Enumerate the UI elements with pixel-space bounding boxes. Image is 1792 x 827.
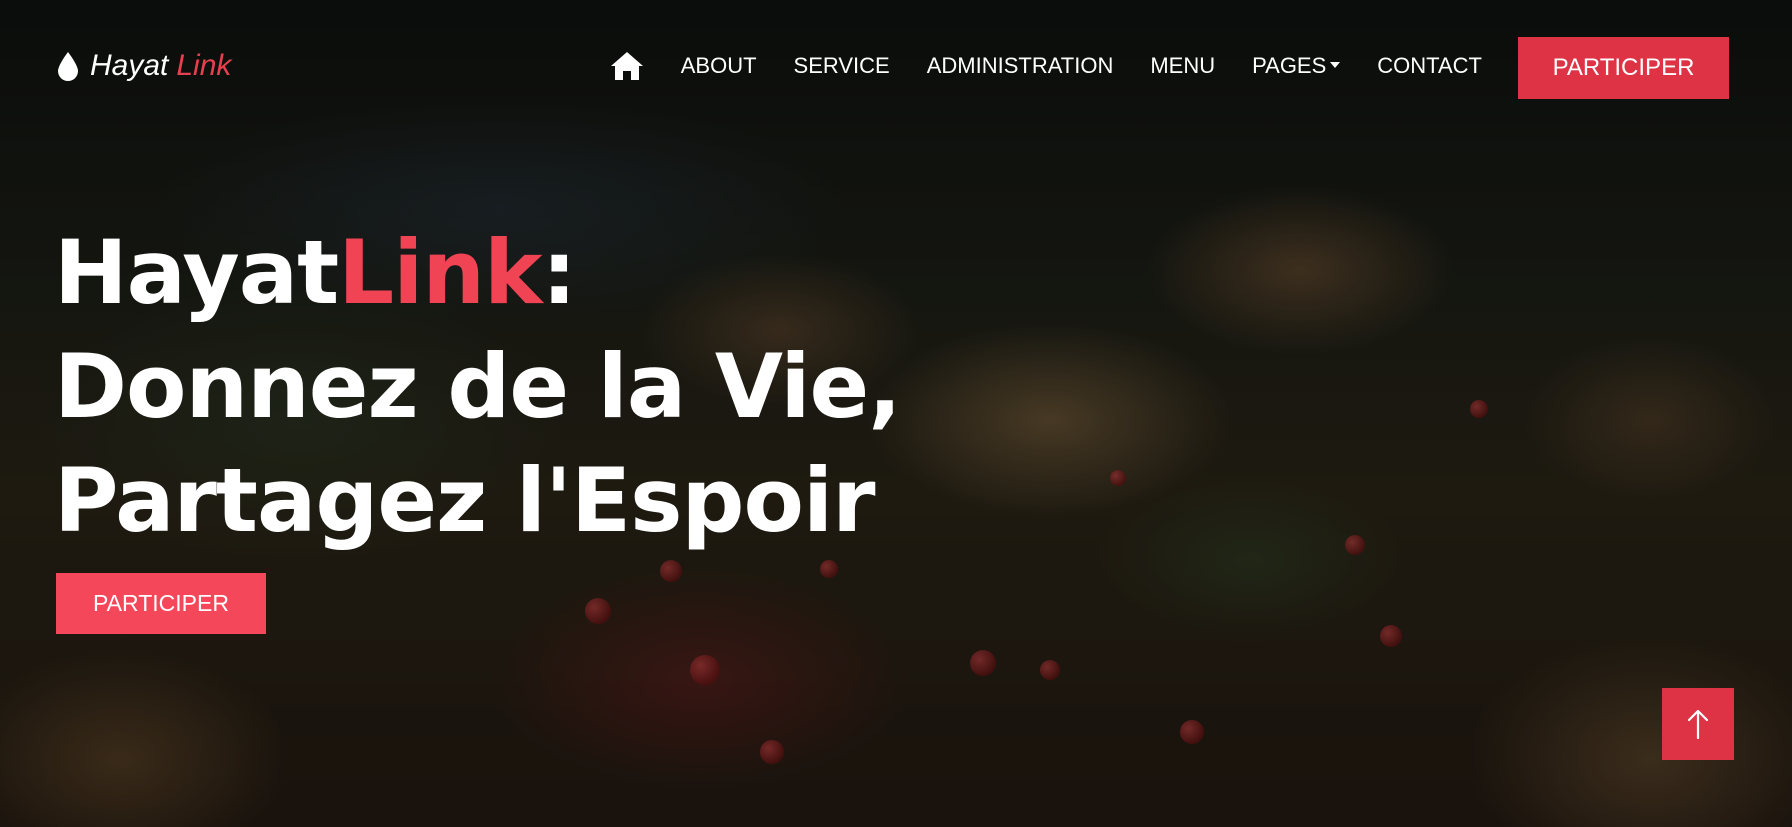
hero-title-main: Hayat [54, 221, 339, 324]
hero-section: Hayat Link ABOUT SERVICE ADMINISTRATION M… [0, 0, 1792, 827]
brand-logo[interactable]: Hayat Link [56, 46, 231, 86]
nav-item-menu[interactable]: MENU [1150, 46, 1215, 86]
caret-down-icon [1330, 62, 1341, 69]
brand-name: Hayat [90, 49, 169, 82]
background-berry [1040, 660, 1060, 680]
background-berry [1345, 535, 1365, 555]
nav-item-pages-label: PAGES [1252, 53, 1327, 78]
participer-nav-button[interactable]: PARTICIPER [1518, 37, 1729, 99]
back-to-top-button[interactable] [1662, 688, 1734, 760]
nav-item-contact[interactable]: CONTACT [1377, 46, 1482, 86]
background-berry [1380, 625, 1402, 647]
drop-icon [58, 52, 78, 81]
hero-title: HayatLink: Donnez de la Vie, Partagez l'… [54, 216, 902, 558]
nav-item-about[interactable]: ABOUT [681, 46, 757, 86]
brand-name-accent: Link [176, 49, 232, 82]
hero-title-colon: : [541, 221, 577, 324]
participer-hero-button[interactable]: PARTICIPER [56, 573, 266, 634]
hero-title-accent: Link [338, 221, 542, 324]
background-berry [1180, 720, 1204, 744]
background-berry [760, 740, 784, 764]
navbar: Hayat Link ABOUT SERVICE ADMINISTRATION M… [0, 0, 1792, 135]
nav-item-pages[interactable]: PAGES [1252, 46, 1341, 86]
background-berry [970, 650, 996, 676]
background-berry [660, 560, 682, 582]
hero-title-line-2: Donnez de la Vie, [54, 335, 902, 438]
background-berry [1470, 400, 1488, 418]
nav-item-service[interactable]: SERVICE [794, 46, 890, 86]
nav-home[interactable] [610, 50, 644, 82]
hero-title-line-1: HayatLink: [54, 216, 901, 330]
home-icon [610, 52, 643, 80]
background-berry [1110, 470, 1126, 486]
hero-title-line-3: Partagez l'Espoir [54, 449, 876, 552]
background-berry [820, 560, 838, 578]
background-berry [690, 655, 720, 685]
nav-item-administration[interactable]: ADMINISTRATION [927, 46, 1114, 86]
background-berry [585, 598, 611, 624]
nav-links: ABOUT SERVICE ADMINISTRATION MENU PAGES … [610, 46, 1482, 86]
arrow-up-icon [1687, 709, 1709, 740]
